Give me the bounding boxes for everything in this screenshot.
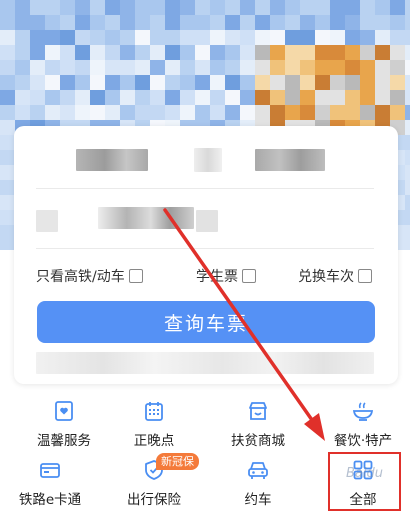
service-poverty-mall[interactable]: 扶贫商城 [210,398,306,454]
service-delay-status[interactable]: 正晚点 [106,398,202,454]
card-icon [37,457,63,483]
service-label: 出行保险 [127,492,181,508]
service-label: 扶贫商城 [231,433,285,449]
student-ticket-option[interactable]: 学生票 [196,266,256,286]
calendar-grid-icon [141,398,167,424]
exchange-train-checkbox[interactable] [358,269,372,283]
service-label: 铁路e卡通 [18,492,82,508]
high-speed-only-label: 只看高铁/动车 [36,269,125,285]
service-label: 正晚点 [133,433,175,449]
service-label: 温馨服务 [37,433,91,449]
exchange-train-option[interactable]: 兑换车次 [298,266,372,286]
to-station-blurred[interactable] [255,149,325,171]
student-ticket-label: 学生票 [196,269,238,285]
service-food-specialty[interactable]: 餐饮·特产 [315,398,410,454]
car-icon [245,457,271,483]
divider [36,248,374,249]
service-label: 餐饮·特产 [333,433,393,449]
high-speed-only-option[interactable]: 只看高铁/动车 [36,266,143,286]
blurred-history-row[interactable] [36,352,374,374]
date-blurred-a[interactable] [36,210,58,232]
service-warm-service[interactable]: 温馨服务 [16,398,112,454]
swap-stations-blurred[interactable] [194,148,222,172]
new-badge: 新冠保 [156,453,199,470]
student-ticket-checkbox[interactable] [242,269,256,283]
divider [36,188,374,189]
shop-icon [245,398,271,424]
service-label: 约车 [244,492,272,508]
heart-card-icon [51,398,77,424]
highlight-box [328,452,401,511]
high-speed-only-checkbox[interactable] [128,269,143,283]
exchange-train-label: 兑换车次 [298,269,354,285]
query-tickets-button[interactable]: 查询车票 [37,301,375,343]
date-blurred-b[interactable] [98,207,194,229]
from-station-blurred[interactable] [76,149,148,171]
bowl-icon [350,398,376,424]
date-blurred-c [196,210,218,232]
service-ride-hailing[interactable]: 约车 [210,457,306,513]
service-rail-ecard[interactable]: 铁路e卡通 [2,457,98,513]
